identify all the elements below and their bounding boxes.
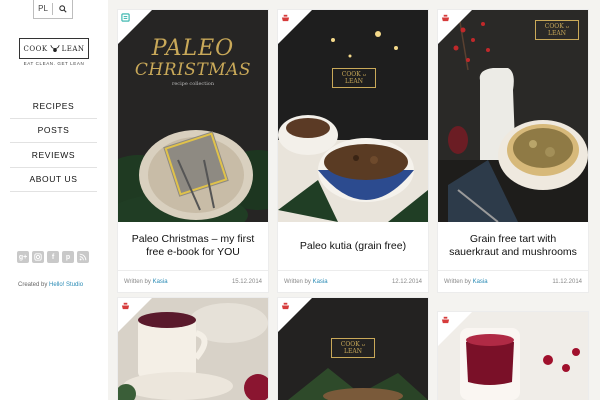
nav-item-reviews[interactable]: REVIEWS <box>10 143 97 168</box>
sidebar: PL COOK LEAN EAT CLEAN. GET LEAN RECIPES… <box>0 0 108 400</box>
watermark-left: COOK <box>341 71 361 78</box>
written-by-label: Written by <box>444 278 471 285</box>
author-link[interactable]: Kasia <box>313 279 328 285</box>
logo-text-right: LEAN <box>61 44 85 53</box>
post-byline: Written by Kasia <box>444 279 488 285</box>
main-nav: RECIPES POSTS REVIEWS ABOUT US <box>10 94 97 192</box>
nav-item-posts[interactable]: POSTS <box>10 119 97 143</box>
post-meta: Written by Kasia 15.12.2014 <box>118 270 268 292</box>
post-card[interactable]: COOK ᴗ LEAN Paleo kutia (grain free) Wri… <box>278 10 428 292</box>
cook-lean-watermark: COOK ᴗ LEAN <box>331 338 375 358</box>
language-search-bar: PL <box>33 0 73 19</box>
credits: Created by Hello! Studio <box>18 282 83 288</box>
post-meta: Written by Kasia 12.12.2014 <box>278 270 428 292</box>
post-date: 15.12.2014 <box>231 278 262 285</box>
watermark-left: COOK <box>544 23 564 30</box>
post-image[interactable] <box>118 298 268 400</box>
instagram-icon[interactable] <box>32 251 44 263</box>
watermark-left: COOK <box>340 341 360 348</box>
author-link[interactable]: Kasia <box>153 279 168 285</box>
recipe-icon <box>281 302 290 310</box>
cover-title-2: CHRISTMAS <box>134 60 252 80</box>
post-title[interactable]: Grain free tart with sauerkraut and mush… <box>438 222 588 270</box>
bull-horns-icon <box>49 45 60 52</box>
logo-tagline: EAT CLEAN. GET LEAN <box>23 61 85 66</box>
cover-subtitle: recipe collection <box>171 81 215 87</box>
studio-link[interactable]: Hello! Studio <box>49 282 83 288</box>
pinterest-icon[interactable]: p <box>62 251 74 263</box>
post-image[interactable] <box>438 312 588 400</box>
nav-item-recipes[interactable]: RECIPES <box>10 94 97 119</box>
recipe-icon <box>281 14 290 22</box>
post-meta: Written by Kasia 11.12.2014 <box>438 270 588 292</box>
search-icon <box>58 5 67 13</box>
logo-text-left: COOK <box>23 44 48 53</box>
facebook-icon[interactable]: f <box>47 251 59 263</box>
recipe-icon <box>441 14 450 22</box>
language-switch[interactable]: PL <box>34 3 54 15</box>
author-link[interactable]: Kasia <box>473 279 488 285</box>
written-by-label: Written by <box>124 278 151 285</box>
post-title[interactable]: Paleo Christmas – my first free e-book f… <box>118 222 268 270</box>
post-card[interactable] <box>118 298 268 400</box>
post-image[interactable]: COOK ᴗ LEAN <box>438 10 588 222</box>
ebook-cover-text: PALEO CHRISTMAS recipe collection <box>118 38 268 88</box>
post-title[interactable]: Paleo kutia (grain free) <box>278 222 428 270</box>
watermark-right: LEAN <box>548 30 566 37</box>
post-date: 12.12.2014 <box>391 278 422 285</box>
recipe-icon <box>441 316 450 324</box>
post-image[interactable]: COOK ᴗ LEAN <box>278 298 428 400</box>
recipe-icon <box>121 302 130 310</box>
rss-icon[interactable] <box>77 251 89 263</box>
created-by-label: Created by <box>18 282 48 288</box>
cook-lean-watermark: COOK ᴗ LEAN <box>535 20 579 40</box>
post-card[interactable]: PALEO CHRISTMAS recipe collection Paleo … <box>118 10 268 292</box>
ebook-icon <box>121 13 130 22</box>
post-image[interactable]: COOK ᴗ LEAN <box>278 10 428 222</box>
watermark-right: LEAN <box>344 348 362 355</box>
cook-lean-watermark: COOK ᴗ LEAN <box>332 68 376 88</box>
watermark-right: LEAN <box>345 78 363 85</box>
post-card[interactable] <box>438 312 588 400</box>
search-button[interactable] <box>53 5 72 13</box>
logo-box: COOK LEAN <box>19 38 89 59</box>
nav-item-about-us[interactable]: ABOUT US <box>10 168 97 192</box>
post-card[interactable]: COOK ᴗ LEAN <box>278 298 428 400</box>
post-byline: Written by Kasia <box>284 279 328 285</box>
written-by-label: Written by <box>284 278 311 285</box>
post-byline: Written by Kasia <box>124 279 168 285</box>
site-logo[interactable]: COOK LEAN EAT CLEAN. GET LEAN <box>19 38 89 66</box>
google-plus-icon[interactable]: g+ <box>17 251 29 263</box>
post-date: 11.12.2014 <box>552 278 582 285</box>
social-links: g+ f p <box>17 251 89 263</box>
post-card[interactable]: COOK ᴗ LEAN Grain free tart with sauerkr… <box>438 10 588 292</box>
post-image[interactable]: PALEO CHRISTMAS recipe collection <box>118 10 268 222</box>
